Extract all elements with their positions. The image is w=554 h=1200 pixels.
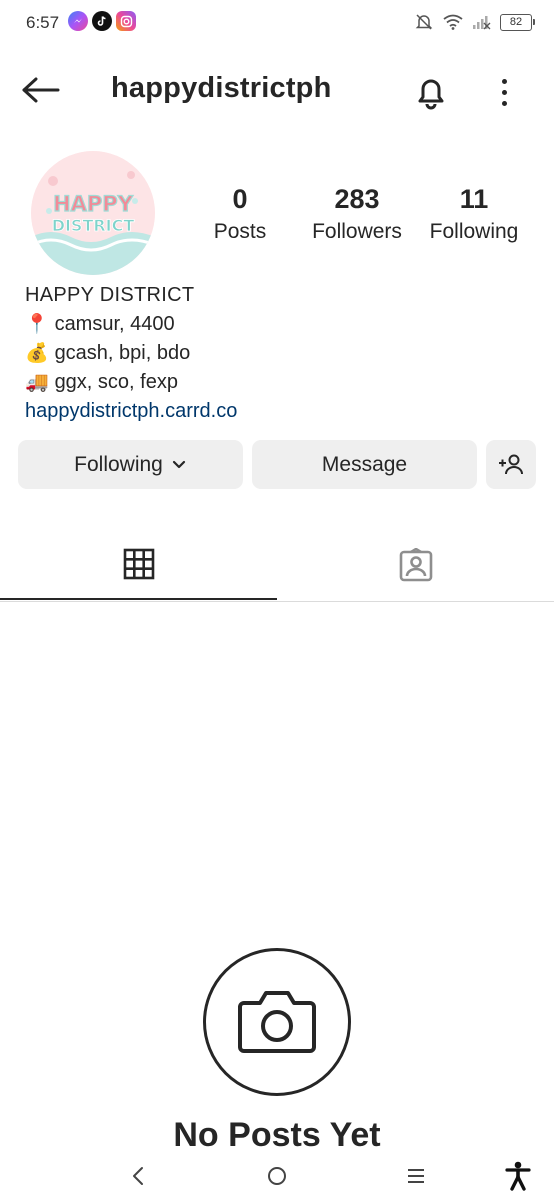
dot: [501, 78, 507, 84]
nav-back-button[interactable]: [118, 1158, 158, 1194]
back-button[interactable]: [22, 72, 64, 108]
profile-bio: HAPPY DISTRICT 📍 camsur, 4400 💰 gcash, b…: [25, 281, 237, 426]
pin-icon: 📍: [25, 314, 49, 335]
stat-followers[interactable]: 283 Followers: [305, 182, 409, 246]
stat-posts-count: 0: [232, 184, 248, 214]
bio-line-text: ggx, sco, fexp: [54, 371, 178, 393]
tab-tagged[interactable]: [277, 530, 554, 600]
accessibility-icon: [505, 1161, 531, 1191]
status-app-icons: [68, 11, 136, 31]
bell-icon: [418, 79, 444, 110]
stat-following[interactable]: 11 Following: [424, 182, 524, 246]
status-bar: 6:57 82: [0, 0, 554, 46]
empty-state-title: No Posts Yet: [173, 1116, 381, 1154]
stat-followers-count: 283: [334, 184, 380, 214]
system-nav-bar: [0, 1152, 554, 1200]
bio-line-location: 📍 camsur, 4400: [25, 310, 237, 339]
instagram-icon: [116, 11, 136, 31]
status-indicators: 82: [414, 12, 535, 32]
empty-posts-state: No Posts Yet: [0, 948, 554, 1154]
nav-home-button[interactable]: [257, 1158, 297, 1194]
svg-text:HAPPY: HAPPY: [53, 192, 134, 216]
messenger-icon: [68, 11, 88, 31]
bio-name: HAPPY DISTRICT: [25, 284, 195, 306]
nav-recents-button[interactable]: [396, 1158, 436, 1194]
profile-username: happydistrictph: [111, 72, 332, 104]
stat-posts-label: Posts: [213, 220, 267, 243]
circle-home-icon: [268, 1167, 286, 1185]
following-button-label: Following: [74, 452, 163, 476]
bio-line-text: camsur, 4400: [54, 313, 175, 335]
signal-icon: [473, 16, 491, 30]
bio-line-text: gcash, bpi, bdo: [54, 342, 191, 364]
add-person-icon: [499, 454, 523, 474]
message-button-label: Message: [321, 452, 408, 476]
following-button[interactable]: Following: [18, 440, 243, 489]
dot: [501, 89, 507, 95]
bell-muted-icon: [415, 14, 433, 30]
camera-circle: [203, 948, 351, 1096]
chevron-down-icon: [172, 460, 185, 468]
menu-lines-icon: [408, 1169, 424, 1183]
notifications-button[interactable]: [411, 72, 451, 112]
avatar-logo: HAPPY DISTRICT: [31, 151, 155, 275]
tagged-person-icon: [399, 548, 432, 582]
more-options-button[interactable]: [490, 72, 518, 112]
profile-tabs: [0, 530, 554, 602]
dot: [501, 100, 507, 106]
stat-followers-label: Followers: [312, 220, 402, 243]
bio-line-shipping: 🚚 ggx, sco, fexp: [25, 368, 237, 397]
tab-posts-grid[interactable]: [0, 530, 277, 600]
status-time: 6:57: [26, 13, 60, 32]
stat-following-label: Following: [429, 220, 519, 243]
arrow-left-icon: [22, 77, 60, 103]
bio-line-payment: 💰 gcash, bpi, bdo: [25, 339, 237, 368]
profile-avatar[interactable]: HAPPY DISTRICT: [31, 151, 155, 275]
wifi-icon: [443, 14, 463, 30]
svg-text:DISTRICT: DISTRICT: [52, 216, 135, 235]
suggested-users-button[interactable]: [486, 440, 536, 489]
money-bag-icon: 💰: [25, 343, 49, 364]
bio-website-link[interactable]: happydistrictph.carrd.co: [25, 397, 237, 426]
stat-posts: 0 Posts: [200, 182, 280, 246]
tiktok-icon: [92, 11, 112, 31]
chevron-left-icon: [133, 1167, 143, 1185]
accessibility-button[interactable]: [498, 1158, 538, 1194]
camera-icon: [238, 991, 316, 1053]
grid-icon: [123, 548, 154, 580]
profile-header: happydistrictph: [0, 60, 554, 120]
battery-indicator: 82: [500, 13, 535, 31]
stat-following-count: 11: [459, 184, 489, 214]
message-button[interactable]: Message: [252, 440, 477, 489]
truck-icon: 🚚: [25, 372, 49, 393]
